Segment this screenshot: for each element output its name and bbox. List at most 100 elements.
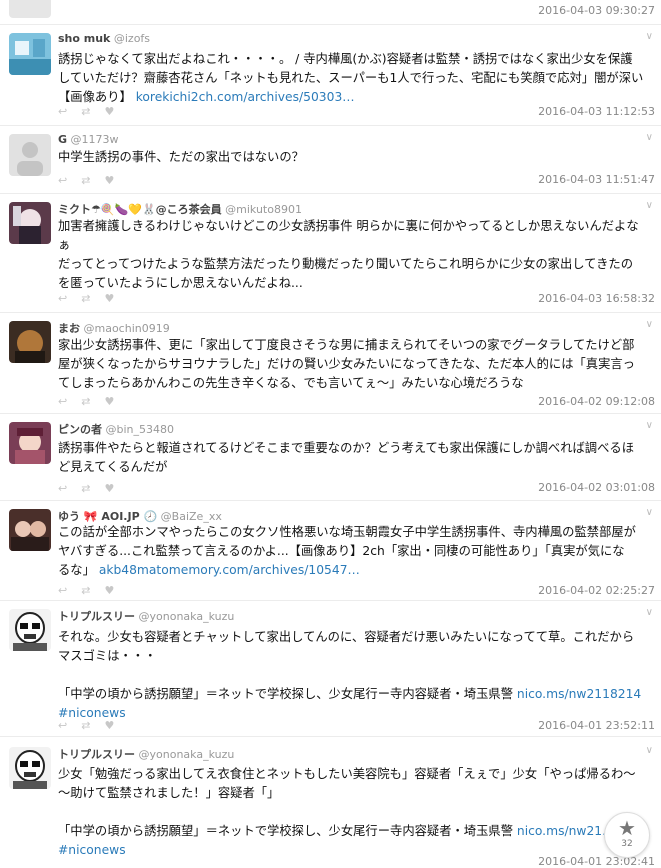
link[interactable]: akb48matomemory.com/archives/10547… [99, 563, 360, 577]
retweet-icon[interactable]: ⇄ [81, 105, 104, 118]
author[interactable]: ゆう 🎀 AOI.JP 🕗 @BaiZe_xx [58, 508, 222, 524]
timestamp[interactable]: 2016-04-02 02:25:27 [538, 584, 655, 597]
reply-icon[interactable]: ↩ [58, 395, 81, 408]
chevron-down-icon[interactable]: ∨ [646, 31, 653, 42]
link[interactable]: nico.ms/nw2118214 [517, 687, 641, 701]
retweet-icon[interactable]: ⇄ [81, 584, 104, 597]
handle: @yononaka_kuzu [138, 610, 235, 623]
display-name: sho muk [58, 32, 111, 45]
retweet-icon[interactable]: ⇄ [81, 719, 104, 732]
reply-icon[interactable]: ↩ [58, 719, 81, 732]
avatar[interactable] [9, 0, 51, 18]
handle: @1173w [70, 133, 119, 146]
chevron-down-icon[interactable]: ∨ [646, 132, 653, 143]
avatar[interactable] [9, 202, 51, 244]
avatar[interactable] [9, 134, 51, 176]
tweet: ミクト☂🍭🍆💛🐰@ころ茶会員 @mikuto8901 ∨ 加害者擁護しきるわけじ… [0, 194, 661, 312]
star-icon: ★ [618, 816, 636, 840]
like-icon[interactable]: ♥ [104, 719, 128, 732]
display-name: ミクト☂🍭🍆💛🐰@ころ茶会員 [58, 203, 222, 216]
author[interactable]: トリプルスリー @yononaka_kuzu [58, 608, 234, 624]
timestamp[interactable]: 2016-04-01 23:02:41 [538, 855, 655, 868]
author[interactable]: G @1173w [58, 133, 119, 146]
avatar[interactable] [9, 422, 51, 464]
tweet-actions: ↩⇄♥ [58, 719, 128, 732]
tweet: ピンの者 @bin_53480 ∨ 誘拐事件やたらと報道されてるけどそこまで重要… [0, 414, 661, 500]
timestamp[interactable]: 2016-04-02 09:12:08 [538, 395, 655, 408]
handle: @maochin0919 [83, 322, 170, 335]
retweet-icon[interactable]: ⇄ [81, 482, 104, 495]
like-icon[interactable]: ♥ [104, 395, 128, 408]
retweet-icon[interactable]: ⇄ [81, 395, 104, 408]
like-icon[interactable]: ♥ [104, 584, 128, 597]
tweet-actions: ↩⇄♥ [58, 174, 128, 187]
author[interactable]: ミクト☂🍭🍆💛🐰@ころ茶会員 @mikuto8901 [58, 201, 302, 217]
avatar[interactable] [9, 321, 51, 363]
tweet: まお @maochin0919 ∨ 家出少女誘拐事件、更に「家出して丁度良さそう… [0, 313, 661, 413]
avatar[interactable] [9, 609, 51, 651]
tweet: G @1173w ∨ 中学生誘拐の事件、ただの家出ではないの？ ↩⇄♥ 2016… [0, 126, 661, 193]
avatar[interactable] [9, 509, 51, 551]
like-icon[interactable]: ♥ [104, 482, 128, 495]
tweet: ゆう 🎀 AOI.JP 🕗 @BaiZe_xx ∨ この話が全部ホンマやったらこ… [0, 501, 661, 600]
chevron-down-icon[interactable]: ∨ [646, 507, 653, 518]
handle: @mikuto8901 [225, 203, 302, 216]
like-icon[interactable]: ♥ [104, 174, 128, 187]
link[interactable]: korekichi2ch.com/archives/50303… [136, 90, 355, 104]
reply-icon[interactable]: ↩ [58, 584, 81, 597]
timestamp[interactable]: 2016-04-03 11:12:53 [538, 105, 655, 118]
tweet-text: この話が全部ホンマやったらこの女クソ性格悪いな埼玉朝霞女子中学生誘拐事件、寺内樺… [58, 525, 636, 577]
favorites-count: 32 [621, 839, 633, 849]
tweet-text: 誘拐じゃなくて家出だよねこれ・・・・。 / 寺内樺風(かぶ)容疑者は監禁・誘拐で… [58, 52, 644, 104]
reply-icon[interactable]: ↩ [58, 105, 81, 118]
timestamp[interactable]: 2016-04-03 11:51:47 [538, 173, 655, 186]
timestamp[interactable]: 2016-04-03 09:30:27 [538, 4, 655, 17]
chevron-down-icon[interactable]: ∨ [646, 607, 653, 618]
retweet-icon[interactable]: ⇄ [81, 174, 104, 187]
tweet-text: 中学生誘拐の事件、ただの家出ではないの？ [58, 150, 304, 164]
tweet-text: 家出少女誘拐事件、更に「家出して丁度良さそうな男に捕まえられてそいつの家でグータ… [58, 338, 635, 390]
tweet-actions: ↩⇄♥ [58, 584, 128, 597]
author[interactable]: まお @maochin0919 [58, 320, 170, 336]
reply-icon[interactable]: ↩ [58, 174, 81, 187]
display-name: ピンの者 [58, 423, 102, 436]
tweet: トリプルスリー @yononaka_kuzu ∨ 少女「勉強だっる家出してえ衣食… [0, 737, 661, 868]
tweet-text: 誘拐事件やたらと報道されてるけどそこまで重要なのか？どう考えても家出保護にしか調… [58, 441, 634, 474]
author[interactable]: sho muk @izofs [58, 32, 150, 45]
chevron-down-icon[interactable]: ∨ [646, 200, 653, 211]
reply-icon[interactable]: ↩ [58, 482, 81, 495]
tweet-actions: ↩⇄♥ [58, 292, 128, 305]
timestamp[interactable]: 2016-04-01 23:52:11 [538, 719, 655, 732]
tweet: 2016-04-03 09:30:27 [0, 0, 661, 24]
display-name: トリプルスリー [58, 610, 135, 623]
like-icon[interactable]: ♥ [104, 105, 128, 118]
author[interactable]: トリプルスリー @yononaka_kuzu [58, 746, 234, 762]
link[interactable]: nico.ms/nw21… [517, 824, 615, 838]
tweet-text: 少女「勉強だっる家出してえ衣食住とネットもしたい美容院も」容疑者「えぇで」少女「… [58, 765, 653, 860]
handle: @izofs [113, 32, 151, 45]
tweet-actions: ↩⇄♥ [58, 395, 128, 408]
favorites-button[interactable]: ★ 32 [604, 812, 650, 858]
chevron-down-icon[interactable]: ∨ [646, 745, 653, 756]
tweet: sho muk @izofs ∨ 誘拐じゃなくて家出だよねこれ・・・・。 / 寺… [0, 25, 661, 125]
reply-icon[interactable]: ↩ [58, 292, 81, 305]
avatar[interactable] [9, 33, 51, 75]
like-icon[interactable]: ♥ [104, 292, 128, 305]
tweet-actions: ↩⇄♥ [58, 105, 128, 118]
timestamp[interactable]: 2016-04-02 03:01:08 [538, 481, 655, 494]
chevron-down-icon[interactable]: ∨ [646, 420, 653, 431]
chevron-down-icon[interactable]: ∨ [646, 319, 653, 330]
display-name: トリプルスリー [58, 748, 135, 761]
tweet: トリプルスリー @yononaka_kuzu ∨ それな。少女も容疑者とチャット… [0, 601, 661, 736]
timestamp[interactable]: 2016-04-03 16:58:32 [538, 292, 655, 305]
avatar[interactable] [9, 747, 51, 789]
tweet-text: それな。少女も容疑者とチャットして家出してんのに、容疑者だけ悪いみたいになってて… [58, 628, 653, 723]
handle: @BaiZe_xx [160, 510, 222, 523]
display-name: ゆう 🎀 AOI.JP 🕗 [58, 510, 158, 523]
handle: @bin_53480 [105, 423, 175, 436]
author[interactable]: ピンの者 @bin_53480 [58, 421, 174, 437]
tweet-actions: ↩⇄♥ [58, 482, 128, 495]
display-name: まお [58, 322, 80, 335]
retweet-icon[interactable]: ⇄ [81, 292, 104, 305]
tweet-text: 加害者擁護しきるわけじゃないけどこの少女誘拐事件 明らかに裏に何かやってるとしか… [58, 219, 639, 290]
